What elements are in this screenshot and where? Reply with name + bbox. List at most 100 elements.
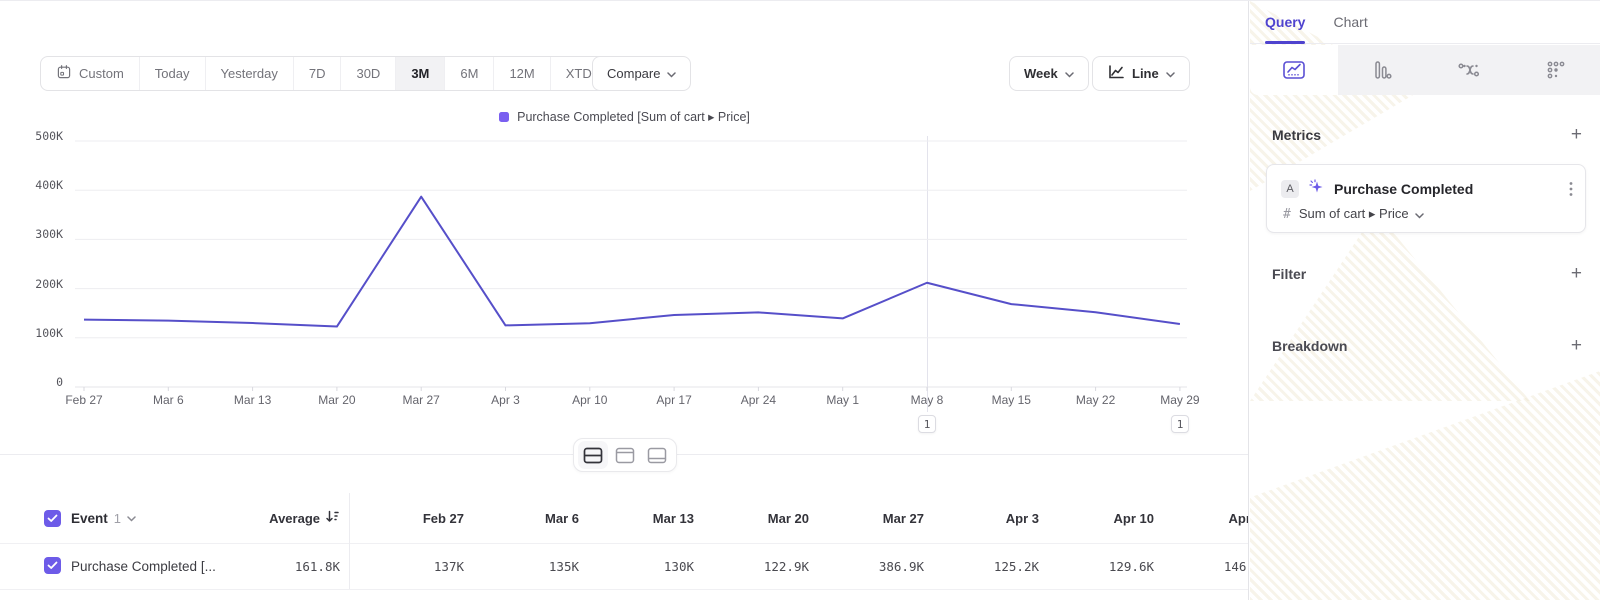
select-all-checkbox[interactable] [44, 510, 61, 527]
chevron-down-icon [1065, 66, 1074, 81]
date-range-30d[interactable]: 30D [341, 57, 396, 90]
table-column: Apr 10129.6K [1039, 493, 1154, 589]
date-column-header: Feb 27 [349, 493, 464, 543]
query-panel: Query Chart Metrics + A Purchase Complet… [1250, 1, 1600, 600]
legend-swatch [499, 112, 509, 122]
date-column-header: Mar 20 [694, 493, 809, 543]
x-axis-tick-label: May 1 [798, 393, 888, 407]
metrics-title: Metrics [1272, 127, 1321, 143]
compare-label: Compare [607, 66, 660, 81]
table-column: Mar 27386.9K [809, 493, 924, 589]
x-axis-tick-label: Mar 20 [292, 393, 382, 407]
chart-plot[interactable] [75, 136, 1187, 394]
event-header-label: Event [71, 511, 108, 526]
tab-query[interactable]: Query [1265, 1, 1305, 44]
add-filter-button[interactable]: + [1571, 264, 1582, 283]
average-column-header[interactable]: Average [180, 493, 340, 543]
tab-query-label: Query [1265, 14, 1305, 30]
x-axis-tick-label: Apr 3 [461, 393, 551, 407]
date-column-header: Apr 17 [1154, 493, 1249, 543]
chart-type-tab-bar-chart[interactable] [1338, 45, 1426, 95]
table-top-view-icon[interactable] [610, 441, 640, 469]
compare-button[interactable]: Compare [592, 56, 691, 91]
table-cell-value: 386.9K [809, 543, 924, 589]
x-axis-tick-label: Apr 24 [713, 393, 803, 407]
tab-chart[interactable]: Chart [1333, 1, 1367, 44]
layout-toggle-group [573, 438, 677, 472]
series-line [84, 197, 1180, 327]
date-column-header: Mar 13 [579, 493, 694, 543]
add-metric-button[interactable]: + [1571, 125, 1582, 144]
table-column: Apr 17146.4K [1154, 493, 1249, 589]
x-axis-tick-label: Feb 27 [39, 393, 129, 407]
line-chart-icon [1107, 64, 1125, 83]
filter-title: Filter [1272, 266, 1306, 282]
chevron-down-icon [1166, 66, 1175, 81]
add-breakdown-button[interactable]: + [1571, 336, 1582, 355]
chart-type-tab-retention[interactable] [1513, 45, 1600, 95]
chart-type-tab-flows[interactable] [1425, 45, 1513, 95]
x-axis-tick-label: May 15 [966, 393, 1056, 407]
chevron-down-icon [667, 66, 676, 81]
table-date-columns: Feb 27137KMar 6135KMar 13130KMar 20122.9… [349, 493, 1249, 589]
event-spark-icon [1308, 178, 1325, 200]
breakdown-section-header: Breakdown + [1272, 336, 1582, 355]
row-checkbox[interactable] [44, 557, 61, 574]
table-column: Mar 6135K [464, 493, 579, 589]
table-row-divider [0, 589, 1249, 590]
chart-type-tab-insights[interactable] [1250, 45, 1338, 95]
filter-section-header: Filter + [1272, 264, 1582, 283]
table-column: Mar 13130K [579, 493, 694, 589]
chart-type-button[interactable]: Line [1092, 56, 1190, 91]
date-range-group: CustomTodayYesterday7D30D3M6M12MXTD [40, 56, 624, 91]
table-column: Feb 27137K [349, 493, 464, 589]
date-range-12m[interactable]: 12M [494, 57, 550, 90]
granularity-label: Week [1024, 66, 1058, 81]
sort-icon [325, 509, 340, 527]
metric-letter-badge: A [1281, 180, 1299, 198]
date-range-7d[interactable]: 7D [294, 57, 342, 90]
panel-tab-bar: Query Chart [1250, 1, 1600, 44]
chart-legend: Purchase Completed [Sum of cart ▸ Price] [0, 109, 1249, 124]
chart-type-label: Line [1132, 66, 1159, 81]
number-property-icon: # [1283, 207, 1291, 222]
split-view-icon[interactable] [578, 441, 608, 469]
table-cell-value: 129.6K [1039, 543, 1154, 589]
event-count: 1 [114, 511, 121, 526]
date-column-header: Mar 6 [464, 493, 579, 543]
metric-card[interactable]: A Purchase Completed # Sum of cart ▸ Pri… [1266, 164, 1586, 233]
metrics-section-header: Metrics + [1272, 125, 1582, 144]
metric-card-row1: A Purchase Completed [1267, 165, 1585, 200]
metric-card-row2: # Sum of cart ▸ Price [1267, 200, 1585, 222]
y-axis-tick-label: 0 [0, 375, 63, 389]
date-range-6m[interactable]: 6M [445, 57, 494, 90]
date-range-3m[interactable]: 3M [396, 57, 445, 90]
main-area: CustomTodayYesterday7D30D3M6M12MXTD Comp… [0, 1, 1249, 600]
metric-name: Purchase Completed [1334, 181, 1560, 197]
x-axis-tick-label: Mar 13 [208, 393, 298, 407]
panel-texture [1250, 211, 1530, 401]
table-column: Mar 20122.9K [694, 493, 809, 589]
date-column-header: Apr 10 [1039, 493, 1154, 543]
panel-texture [1250, 371, 1600, 600]
date-range-today[interactable]: Today [140, 57, 206, 90]
calendar-icon [56, 64, 72, 83]
date-range-custom[interactable]: Custom [41, 57, 140, 90]
app-root: CustomTodayYesterday7D30D3M6M12MXTD Comp… [0, 0, 1600, 600]
event-column-header[interactable]: Event 1 [71, 493, 136, 543]
line-chart[interactable]: 0100K200K300K400K500KFeb 27Mar 6Mar 13Ma… [0, 131, 1249, 431]
x-axis-tick-label: Mar 27 [376, 393, 466, 407]
granularity-button[interactable]: Week [1009, 56, 1089, 91]
table-column: Apr 3125.2K [924, 493, 1039, 589]
table-bottom-view-icon[interactable] [642, 441, 672, 469]
chevron-down-icon [1415, 207, 1424, 222]
kebab-menu-icon[interactable] [1569, 181, 1573, 197]
average-header-label: Average [269, 511, 320, 526]
y-axis-tick-label: 200K [0, 277, 63, 291]
x-axis-tick-label: Apr 17 [629, 393, 719, 407]
date-range-yesterday[interactable]: Yesterday [206, 57, 294, 90]
aggregation-selector[interactable]: Sum of cart ▸ Price [1299, 206, 1424, 222]
annotation-badge[interactable]: 1 [1171, 415, 1189, 433]
x-axis-tick-label: May 29 [1135, 393, 1225, 407]
annotation-badge[interactable]: 1 [918, 415, 936, 433]
